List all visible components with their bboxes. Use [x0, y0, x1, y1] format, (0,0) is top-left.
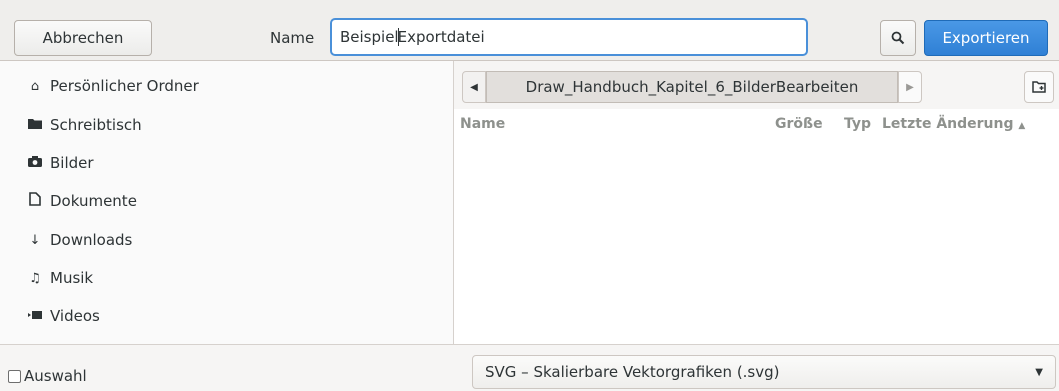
sidebar-item-label: Musik — [50, 269, 94, 287]
sidebar-item-music[interactable]: ♫ Musik — [26, 266, 93, 290]
sidebar-item-label: Bilder — [50, 154, 94, 172]
name-label: Name — [270, 29, 315, 47]
document-icon — [26, 192, 44, 210]
file-browser: ◀ Draw_Handbuch_Kapitel_6_BilderBearbeit… — [454, 61, 1059, 344]
search-icon — [891, 31, 905, 45]
filename-text-after: Exportdatei — [397, 28, 485, 46]
header-bar: Abbrechen Name Beispiel Exportdatei Expor… — [0, 0, 1059, 61]
column-header-size[interactable]: Größe — [775, 116, 823, 132]
download-icon: ↓ — [29, 232, 41, 248]
cancel-button[interactable]: Abbrechen — [14, 20, 152, 56]
music-icon: ♫ — [29, 270, 41, 286]
sidebar-item-downloads[interactable]: ↓ Downloads — [26, 228, 133, 252]
chevron-left-icon: ◀ — [470, 81, 478, 93]
sidebar-item-videos[interactable]: Videos — [26, 304, 100, 328]
sidebar-item-label: Dokumente — [50, 192, 137, 210]
sidebar-item-label: Persönlicher Ordner — [50, 77, 199, 95]
sidebar-item-label: Downloads — [50, 231, 133, 249]
search-button[interactable] — [880, 20, 916, 56]
path-forward-button[interactable]: ▶ — [898, 71, 922, 103]
new-folder-icon — [1032, 81, 1046, 93]
places-sidebar: ⌂ Persönlicher Ordner Schreibtisch Bilde… — [0, 61, 454, 344]
camera-icon — [26, 155, 44, 171]
column-header-type[interactable]: Typ — [844, 116, 871, 132]
video-icon — [26, 309, 44, 324]
sidebar-item-home[interactable]: ⌂ Persönlicher Ordner — [26, 74, 199, 98]
dropdown-arrow-icon: ▼ — [1035, 366, 1043, 378]
path-back-button[interactable]: ◀ — [462, 71, 486, 103]
new-folder-button[interactable] — [1024, 71, 1054, 103]
sidebar-item-label: Videos — [50, 307, 100, 325]
home-icon: ⌂ — [30, 78, 40, 94]
sidebar-item-label: Schreibtisch — [50, 116, 142, 134]
filename-text-before: Beispiel — [340, 28, 399, 46]
file-type-dropdown[interactable]: SVG – Skalierbare Vektorgrafiken (.svg) … — [472, 355, 1056, 389]
path-bar: ◀ Draw_Handbuch_Kapitel_6_BilderBearbeit… — [454, 61, 1059, 109]
sidebar-item-pictures[interactable]: Bilder — [26, 151, 94, 175]
sort-ascending-icon: ▲ — [1018, 121, 1026, 131]
selection-checkbox-label[interactable]: Auswahl — [24, 367, 87, 385]
sidebar-item-documents[interactable]: Dokumente — [26, 189, 137, 213]
folder-icon — [26, 118, 44, 133]
selection-checkbox[interactable] — [8, 370, 21, 383]
sidebar-item-desktop[interactable]: Schreibtisch — [26, 113, 142, 137]
column-header-modified-label: Letzte Änderung — [882, 116, 1014, 132]
chevron-right-icon: ▶ — [906, 81, 914, 93]
column-header-modified[interactable]: Letzte Änderung ▲ — [882, 116, 1025, 132]
filename-input[interactable]: Beispiel Exportdatei — [330, 18, 808, 56]
file-type-value: SVG – Skalierbare Vektorgrafiken (.svg) — [485, 363, 780, 381]
path-crumb-current[interactable]: Draw_Handbuch_Kapitel_6_BilderBearbeiten — [486, 71, 898, 103]
export-button[interactable]: Exportieren — [924, 20, 1048, 56]
footer-bar: Auswahl SVG – Skalierbare Vektorgrafiken… — [0, 344, 1059, 391]
column-header-name[interactable]: Name — [460, 116, 505, 132]
